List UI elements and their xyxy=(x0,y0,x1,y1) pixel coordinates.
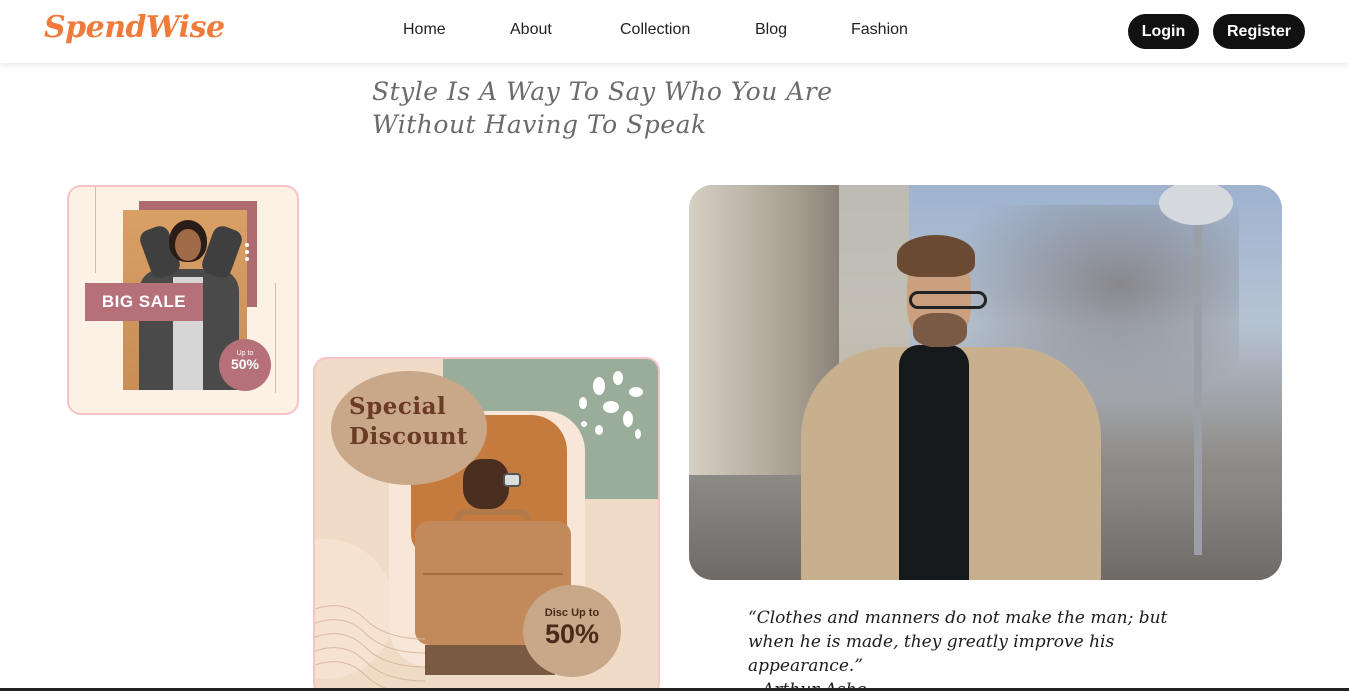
nav-link-blog[interactable]: Blog xyxy=(755,21,787,39)
wave-lines-decoration xyxy=(315,605,425,691)
decorative-line xyxy=(95,187,96,273)
promo-card-big-sale[interactable]: BIG SALE Up to 50% xyxy=(67,185,299,415)
hero-photo-man-in-coat xyxy=(689,185,1282,580)
discount-badge: Disc Up to 50% xyxy=(523,585,621,677)
man-beard xyxy=(913,313,967,347)
hero-quote: Style Is A Way To Say Who You Are Withou… xyxy=(372,77,833,139)
decorative-line xyxy=(275,283,276,393)
watch-icon xyxy=(503,473,521,487)
dots-icon xyxy=(245,243,251,267)
badge-caption: Disc Up to xyxy=(544,607,600,619)
brand-logo[interactable]: SpendWise xyxy=(44,10,225,45)
glasses-icon xyxy=(909,291,987,309)
splash-decoration xyxy=(573,367,653,457)
promo-card-special-discount[interactable]: Special Discount Disc Up to 50% xyxy=(313,357,660,691)
login-button[interactable]: Login xyxy=(1128,14,1199,49)
big-sale-banner: BIG SALE xyxy=(85,283,203,321)
fashion-quote: “Clothes and manners do not make the man… xyxy=(748,608,1168,676)
man-turtleneck xyxy=(899,345,969,580)
navbar: SpendWise Home About Collection Blog Fas… xyxy=(0,0,1349,63)
special-discount-title: Special Discount xyxy=(349,393,469,450)
man-hair xyxy=(897,235,975,277)
model-hands xyxy=(463,459,509,509)
register-button[interactable]: Register xyxy=(1213,14,1305,49)
nav-link-collection[interactable]: Collection xyxy=(620,21,690,39)
nav-link-about[interactable]: About xyxy=(510,21,552,39)
nav-link-fashion[interactable]: Fashion xyxy=(851,21,908,39)
badge-percent: 50% xyxy=(544,619,600,649)
discount-badge: Up to 50% xyxy=(219,339,271,391)
nav-link-home[interactable]: Home xyxy=(403,21,446,39)
model-face xyxy=(175,229,201,261)
bag-stripe xyxy=(423,573,563,575)
badge-percent: 50% xyxy=(230,356,260,372)
sign-pole xyxy=(1194,215,1202,555)
